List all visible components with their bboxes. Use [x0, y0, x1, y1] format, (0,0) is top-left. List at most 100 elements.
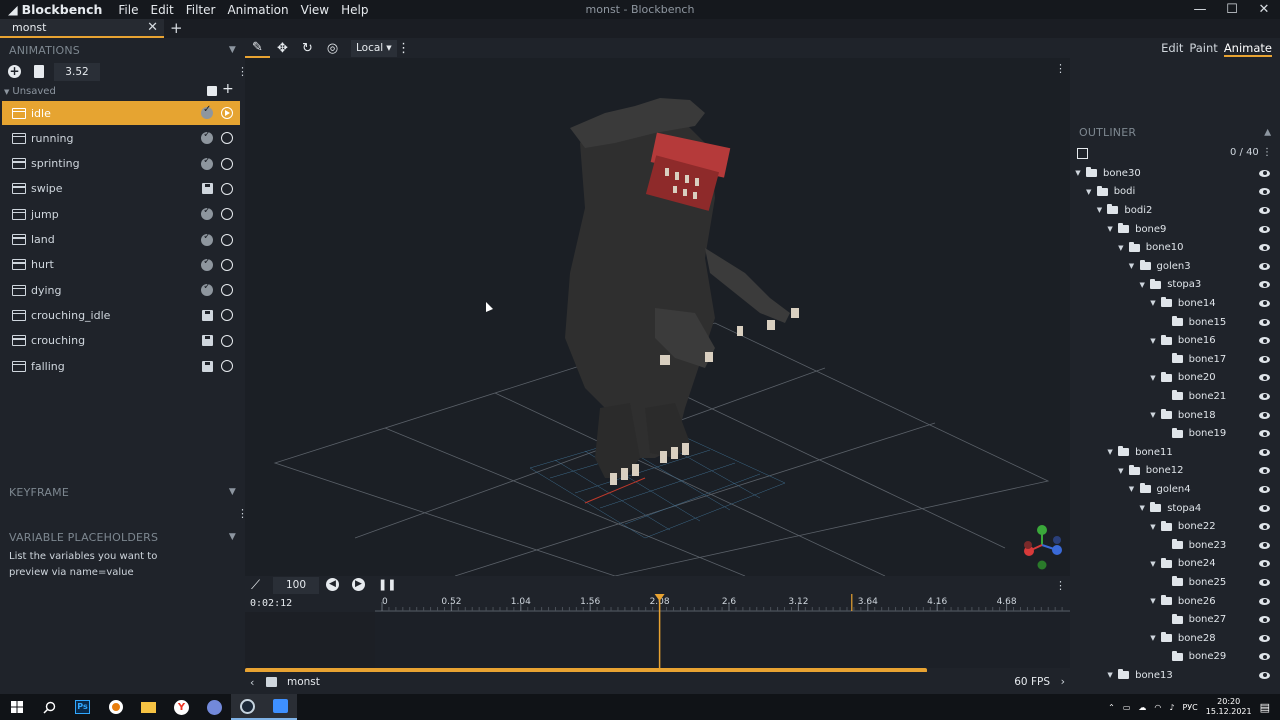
visibility-eye-icon[interactable]: [1259, 188, 1270, 196]
volume-icon[interactable]: ♪: [1169, 703, 1174, 712]
menu-animation[interactable]: Animation: [221, 3, 294, 17]
visibility-eye-icon[interactable]: [1259, 411, 1270, 419]
outliner-node-bone19[interactable]: bone19: [1070, 424, 1280, 443]
3d-viewport[interactable]: ⋮: [245, 58, 1070, 576]
move-icon[interactable]: ✥: [270, 38, 295, 58]
visibility-eye-icon[interactable]: [1259, 169, 1270, 177]
play-toggle-icon[interactable]: [221, 157, 233, 170]
menu-help[interactable]: Help: [335, 3, 374, 17]
animation-item-crouching_idle[interactable]: crouching_idle: [2, 303, 240, 327]
visibility-eye-icon[interactable]: [1259, 225, 1270, 233]
graph-editor-icon[interactable]: ⟋: [251, 578, 260, 593]
outliner-node-stopa4[interactable]: ▼ stopa4: [1070, 499, 1280, 518]
tab-monst[interactable]: monst ✕: [0, 19, 164, 38]
chevron-down-icon[interactable]: ▼: [1116, 467, 1126, 475]
play-toggle-icon[interactable]: [221, 107, 233, 119]
outliner-node-stopa3[interactable]: ▼ stopa3: [1070, 276, 1280, 295]
language-indicator[interactable]: РУС: [1182, 703, 1197, 712]
outliner-node-bone25[interactable]: bone25: [1070, 573, 1280, 592]
visibility-eye-icon[interactable]: [1259, 262, 1270, 270]
visibility-eye-icon[interactable]: [1259, 337, 1270, 345]
save-all-icon[interactable]: [207, 86, 217, 96]
pause-icon[interactable]: ❚❚: [378, 578, 396, 591]
visibility-eye-icon[interactable]: [1259, 392, 1270, 400]
saved-check-icon[interactable]: [201, 256, 213, 271]
close-tab-icon[interactable]: ✕: [147, 20, 158, 35]
save-icon[interactable]: [202, 309, 213, 321]
play-toggle-icon[interactable]: [221, 208, 233, 221]
chevron-down-icon[interactable]: ▼: [1094, 206, 1104, 214]
network-icon[interactable]: ▭: [1123, 703, 1131, 712]
visibility-eye-icon[interactable]: [1259, 448, 1270, 456]
previous-frame-icon[interactable]: ◀: [326, 578, 339, 591]
chevron-down-icon[interactable]: ▼: [229, 532, 236, 542]
visibility-eye-icon[interactable]: [1259, 671, 1270, 679]
yandex-browser-icon[interactable]: Y: [165, 694, 198, 720]
saved-check-icon[interactable]: [201, 155, 213, 170]
outliner-node-bone24[interactable]: ▼ bone24: [1070, 555, 1280, 574]
notification-icon[interactable]: ▤: [1260, 701, 1270, 714]
menu-edit[interactable]: Edit: [144, 3, 179, 17]
outliner-node-bone12[interactable]: ▼ bone12: [1070, 462, 1280, 481]
chevron-down-icon[interactable]: ▼: [1116, 244, 1126, 252]
outliner-node-bone18[interactable]: ▼ bone18: [1070, 406, 1280, 425]
mode-paint[interactable]: Paint: [1189, 41, 1217, 57]
chevron-down-icon[interactable]: ▼: [1148, 523, 1158, 531]
visibility-eye-icon[interactable]: [1259, 578, 1270, 586]
visibility-eye-icon[interactable]: [1259, 634, 1270, 642]
animation-item-dying[interactable]: dying: [2, 278, 240, 302]
outliner-node-bone15[interactable]: bone15: [1070, 313, 1280, 332]
animation-item-running[interactable]: running: [2, 126, 240, 150]
outliner-node-bone30[interactable]: ▼ bone30: [1070, 164, 1280, 183]
chevron-down-icon[interactable]: ▼: [1084, 188, 1094, 196]
playback-speed-input[interactable]: 100: [273, 577, 319, 594]
visibility-eye-icon[interactable]: [1259, 653, 1270, 661]
minimize-button[interactable]: —: [1184, 0, 1216, 19]
visibility-eye-icon[interactable]: [1259, 597, 1270, 605]
chevron-down-icon[interactable]: ▼: [1148, 560, 1158, 568]
visibility-eye-icon[interactable]: [1259, 299, 1270, 307]
animation-tool-icon[interactable]: ✎: [245, 38, 270, 58]
outliner-node-bone16[interactable]: ▼ bone16: [1070, 331, 1280, 350]
play-toggle-icon[interactable]: [221, 132, 233, 145]
load-animation-icon[interactable]: [34, 65, 44, 78]
animation-item-swipe[interactable]: swipe: [2, 177, 240, 201]
blockbench-taskbar-icon[interactable]: [264, 694, 297, 720]
mode-animate[interactable]: Animate: [1223, 41, 1272, 57]
monster-model[interactable]: [565, 98, 799, 485]
play-toggle-icon[interactable]: [221, 309, 233, 322]
pivot-icon[interactable]: ◎: [320, 38, 345, 58]
visibility-eye-icon[interactable]: [1259, 467, 1270, 475]
save-icon[interactable]: [202, 183, 213, 195]
visibility-eye-icon[interactable]: [1259, 616, 1270, 624]
sidebar-toggle-icon[interactable]: ‹: [250, 676, 254, 689]
animation-item-hurt[interactable]: hurt: [2, 253, 240, 277]
close-button[interactable]: ✕: [1248, 0, 1280, 19]
outliner-node-bone26[interactable]: ▼ bone26: [1070, 592, 1280, 611]
outliner-node-bone14[interactable]: ▼ bone14: [1070, 294, 1280, 313]
more-menu-icon[interactable]: ⋮: [397, 38, 411, 58]
chevron-down-icon[interactable]: ▼: [1105, 671, 1115, 679]
cloud-icon[interactable]: ☁: [1138, 703, 1146, 712]
save-icon[interactable]: [202, 360, 213, 372]
search-icon[interactable]: [33, 694, 66, 720]
clock[interactable]: 20:20 15.12.2021: [1206, 697, 1252, 717]
visibility-eye-icon[interactable]: [1259, 504, 1270, 512]
chevron-down-icon[interactable]: ▼: [1137, 504, 1147, 512]
windows-start-icon[interactable]: [0, 694, 33, 720]
mode-edit[interactable]: Edit: [1161, 41, 1183, 57]
steam-icon[interactable]: [231, 694, 264, 720]
outliner-node-bone10[interactable]: ▼ bone10: [1070, 238, 1280, 257]
chevron-down-icon[interactable]: ▼: [1148, 374, 1158, 382]
menu-view[interactable]: View: [295, 3, 335, 17]
outliner-node-bone9[interactable]: ▼ bone9: [1070, 220, 1280, 239]
add-animation-icon[interactable]: +: [8, 65, 21, 78]
wifi-icon[interactable]: ◠: [1154, 703, 1161, 712]
outliner-node-bone29[interactable]: bone29: [1070, 648, 1280, 667]
outliner-node-bone28[interactable]: ▼ bone28: [1070, 629, 1280, 648]
outliner-node-bone20[interactable]: ▼ bone20: [1070, 369, 1280, 388]
animation-length-input[interactable]: 3.52: [54, 63, 100, 81]
chevron-down-icon[interactable]: ▼: [1148, 337, 1158, 345]
chevron-down-icon[interactable]: ▼: [1148, 299, 1158, 307]
saved-check-icon[interactable]: [201, 231, 213, 246]
